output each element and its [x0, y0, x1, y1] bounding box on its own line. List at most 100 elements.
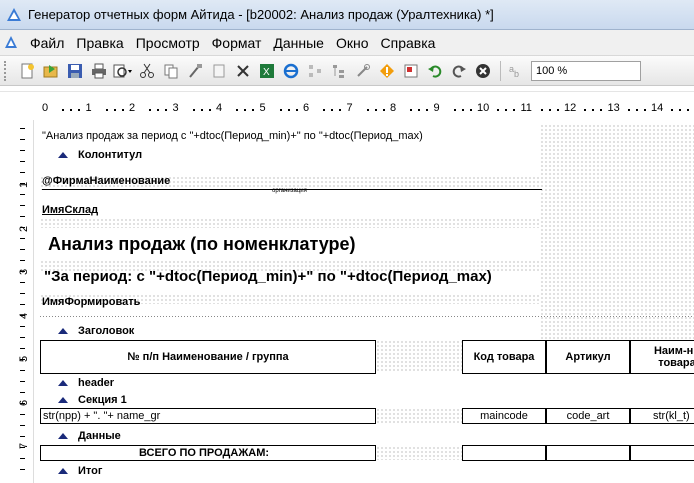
collapse-triangle-icon[interactable] [58, 468, 68, 474]
collapse-triangle-icon[interactable] [58, 328, 68, 334]
menu-edit[interactable]: Правка [70, 32, 129, 54]
ruler-label: 1 [85, 102, 92, 114]
collapse-triangle-icon[interactable] [58, 152, 68, 158]
zoom-input[interactable]: 100 % [531, 60, 641, 81]
window-title: Генератор отчетных форм Айтида - [b20002… [28, 7, 494, 22]
ruler-separator [0, 86, 694, 92]
warning-icon[interactable] [376, 60, 398, 82]
ruler-dash [20, 128, 25, 129]
ruler-dot [548, 109, 551, 111]
ruler-dash [20, 436, 25, 437]
svg-text:X: X [263, 67, 270, 78]
ruler-dash [20, 249, 25, 250]
title-bar: Генератор отчетных форм Айтида - [b20002… [0, 0, 694, 30]
ruler-label: 3 [172, 102, 179, 114]
ruler-dot [149, 109, 151, 111]
menu-window[interactable]: Окно [330, 32, 375, 54]
delete-icon[interactable] [232, 60, 254, 82]
cut-icon[interactable] [136, 60, 158, 82]
collapse-triangle-icon[interactable] [58, 380, 68, 386]
ruler-dot [679, 109, 681, 111]
undo-icon[interactable] [424, 60, 446, 82]
band-header[interactable]: header [40, 376, 540, 390]
toolbar-grip[interactable] [4, 60, 8, 81]
band-zagolovok[interactable]: Заголовок [40, 324, 540, 338]
ruler-dot [165, 109, 167, 111]
print-icon[interactable] [88, 60, 110, 82]
formed-by-field[interactable]: ИмяФормировать [42, 296, 140, 308]
properties-icon[interactable] [400, 60, 422, 82]
text-icon[interactable]: ab [505, 60, 527, 82]
warehouse-field[interactable]: ИмяСклад [42, 204, 98, 216]
band-kolontitul[interactable]: Колонтитул [40, 148, 540, 162]
header-qty-cell[interactable]: Наим-ни товара [630, 340, 694, 374]
ruler-dot [279, 109, 282, 111]
ruler-dot [461, 109, 464, 111]
collapse-triangle-icon[interactable] [58, 397, 68, 403]
redo-icon[interactable] [448, 60, 470, 82]
toolbar-separator [500, 60, 501, 81]
ruler-dash [20, 216, 25, 217]
stop-icon[interactable] [472, 60, 494, 82]
header-code-cell[interactable]: Код товара [462, 340, 546, 374]
flow-icon[interactable] [304, 60, 326, 82]
ruler-label: 11 [520, 102, 532, 114]
ruler-dot [121, 109, 124, 111]
band-label: Заголовок [78, 325, 135, 337]
menu-view[interactable]: Просмотр [130, 32, 206, 54]
total-label-cell[interactable]: ВСЕГО ПО ПРОДАЖАМ: [40, 445, 376, 461]
ruler-dash [20, 304, 25, 305]
menu-data[interactable]: Данные [267, 32, 330, 54]
total-code-cell[interactable] [462, 445, 546, 461]
total-qty-cell[interactable] [630, 445, 694, 461]
header-name-cell[interactable]: № п/п Наименование / группа [40, 340, 376, 374]
tree-icon[interactable] [328, 60, 350, 82]
row-qty-cell[interactable]: str(kl_t) [630, 408, 694, 424]
ruler-label: 4 [216, 102, 223, 114]
ruler-dot [366, 109, 369, 111]
save-icon[interactable] [64, 60, 86, 82]
ruler-dash [20, 337, 25, 338]
band-data[interactable]: Данные [40, 429, 540, 443]
ruler-dash [20, 370, 25, 371]
band-label: header [78, 377, 115, 389]
ruler-dot [208, 109, 211, 111]
ruler-dash [20, 447, 25, 448]
copy-icon[interactable] [160, 60, 182, 82]
collapse-triangle-icon[interactable] [58, 433, 68, 439]
menu-help[interactable]: Справка [375, 32, 442, 54]
ruler-dash [20, 238, 25, 239]
ruler-label: 12 [564, 102, 577, 114]
ruler-dash [20, 271, 25, 272]
ruler-dot [113, 109, 116, 111]
ie-icon[interactable] [280, 60, 302, 82]
preview-icon[interactable] [112, 60, 134, 82]
band-itog[interactable]: Итог [40, 464, 540, 478]
band-section[interactable]: Секция 1 [40, 393, 540, 407]
report-canvas[interactable]: "Анализ продаж за период с "+dtoc(Период… [36, 120, 694, 483]
row-name-cell[interactable]: str(npp) + ". "+ name_gr [40, 408, 376, 424]
blank-icon[interactable] [208, 60, 230, 82]
period-expression[interactable]: "Анализ продаж за период с "+dtoc(Период… [42, 130, 423, 142]
tools-icon[interactable] [352, 60, 374, 82]
ruler-dot [592, 109, 594, 111]
row-code-cell[interactable]: maincode [462, 408, 546, 424]
ruler-dot [192, 109, 195, 111]
firm-name-field[interactable]: @ФирмаНаименование [42, 175, 170, 187]
ruler-dot [513, 109, 515, 111]
menu-file[interactable]: Файл [24, 32, 70, 54]
excel-icon[interactable]: X [256, 60, 278, 82]
ruler-dot [236, 109, 238, 111]
total-article-cell[interactable] [546, 445, 630, 461]
band-label: Колонтитул [78, 149, 143, 161]
app-icon [7, 7, 21, 21]
paste-format-icon[interactable] [184, 60, 206, 82]
row-article-cell[interactable]: code_art [546, 408, 630, 424]
header-article-cell[interactable]: Артикул [546, 340, 630, 374]
menu-format[interactable]: Формат [206, 32, 268, 54]
report-title[interactable]: Анализ продаж (по номенклатуре) [48, 234, 356, 255]
ruler-dot [418, 109, 420, 111]
period-title[interactable]: "За период: с "+dtoc(Период_min)+" по "+… [44, 268, 492, 285]
open-icon[interactable] [40, 60, 62, 82]
new-icon[interactable] [16, 60, 38, 82]
